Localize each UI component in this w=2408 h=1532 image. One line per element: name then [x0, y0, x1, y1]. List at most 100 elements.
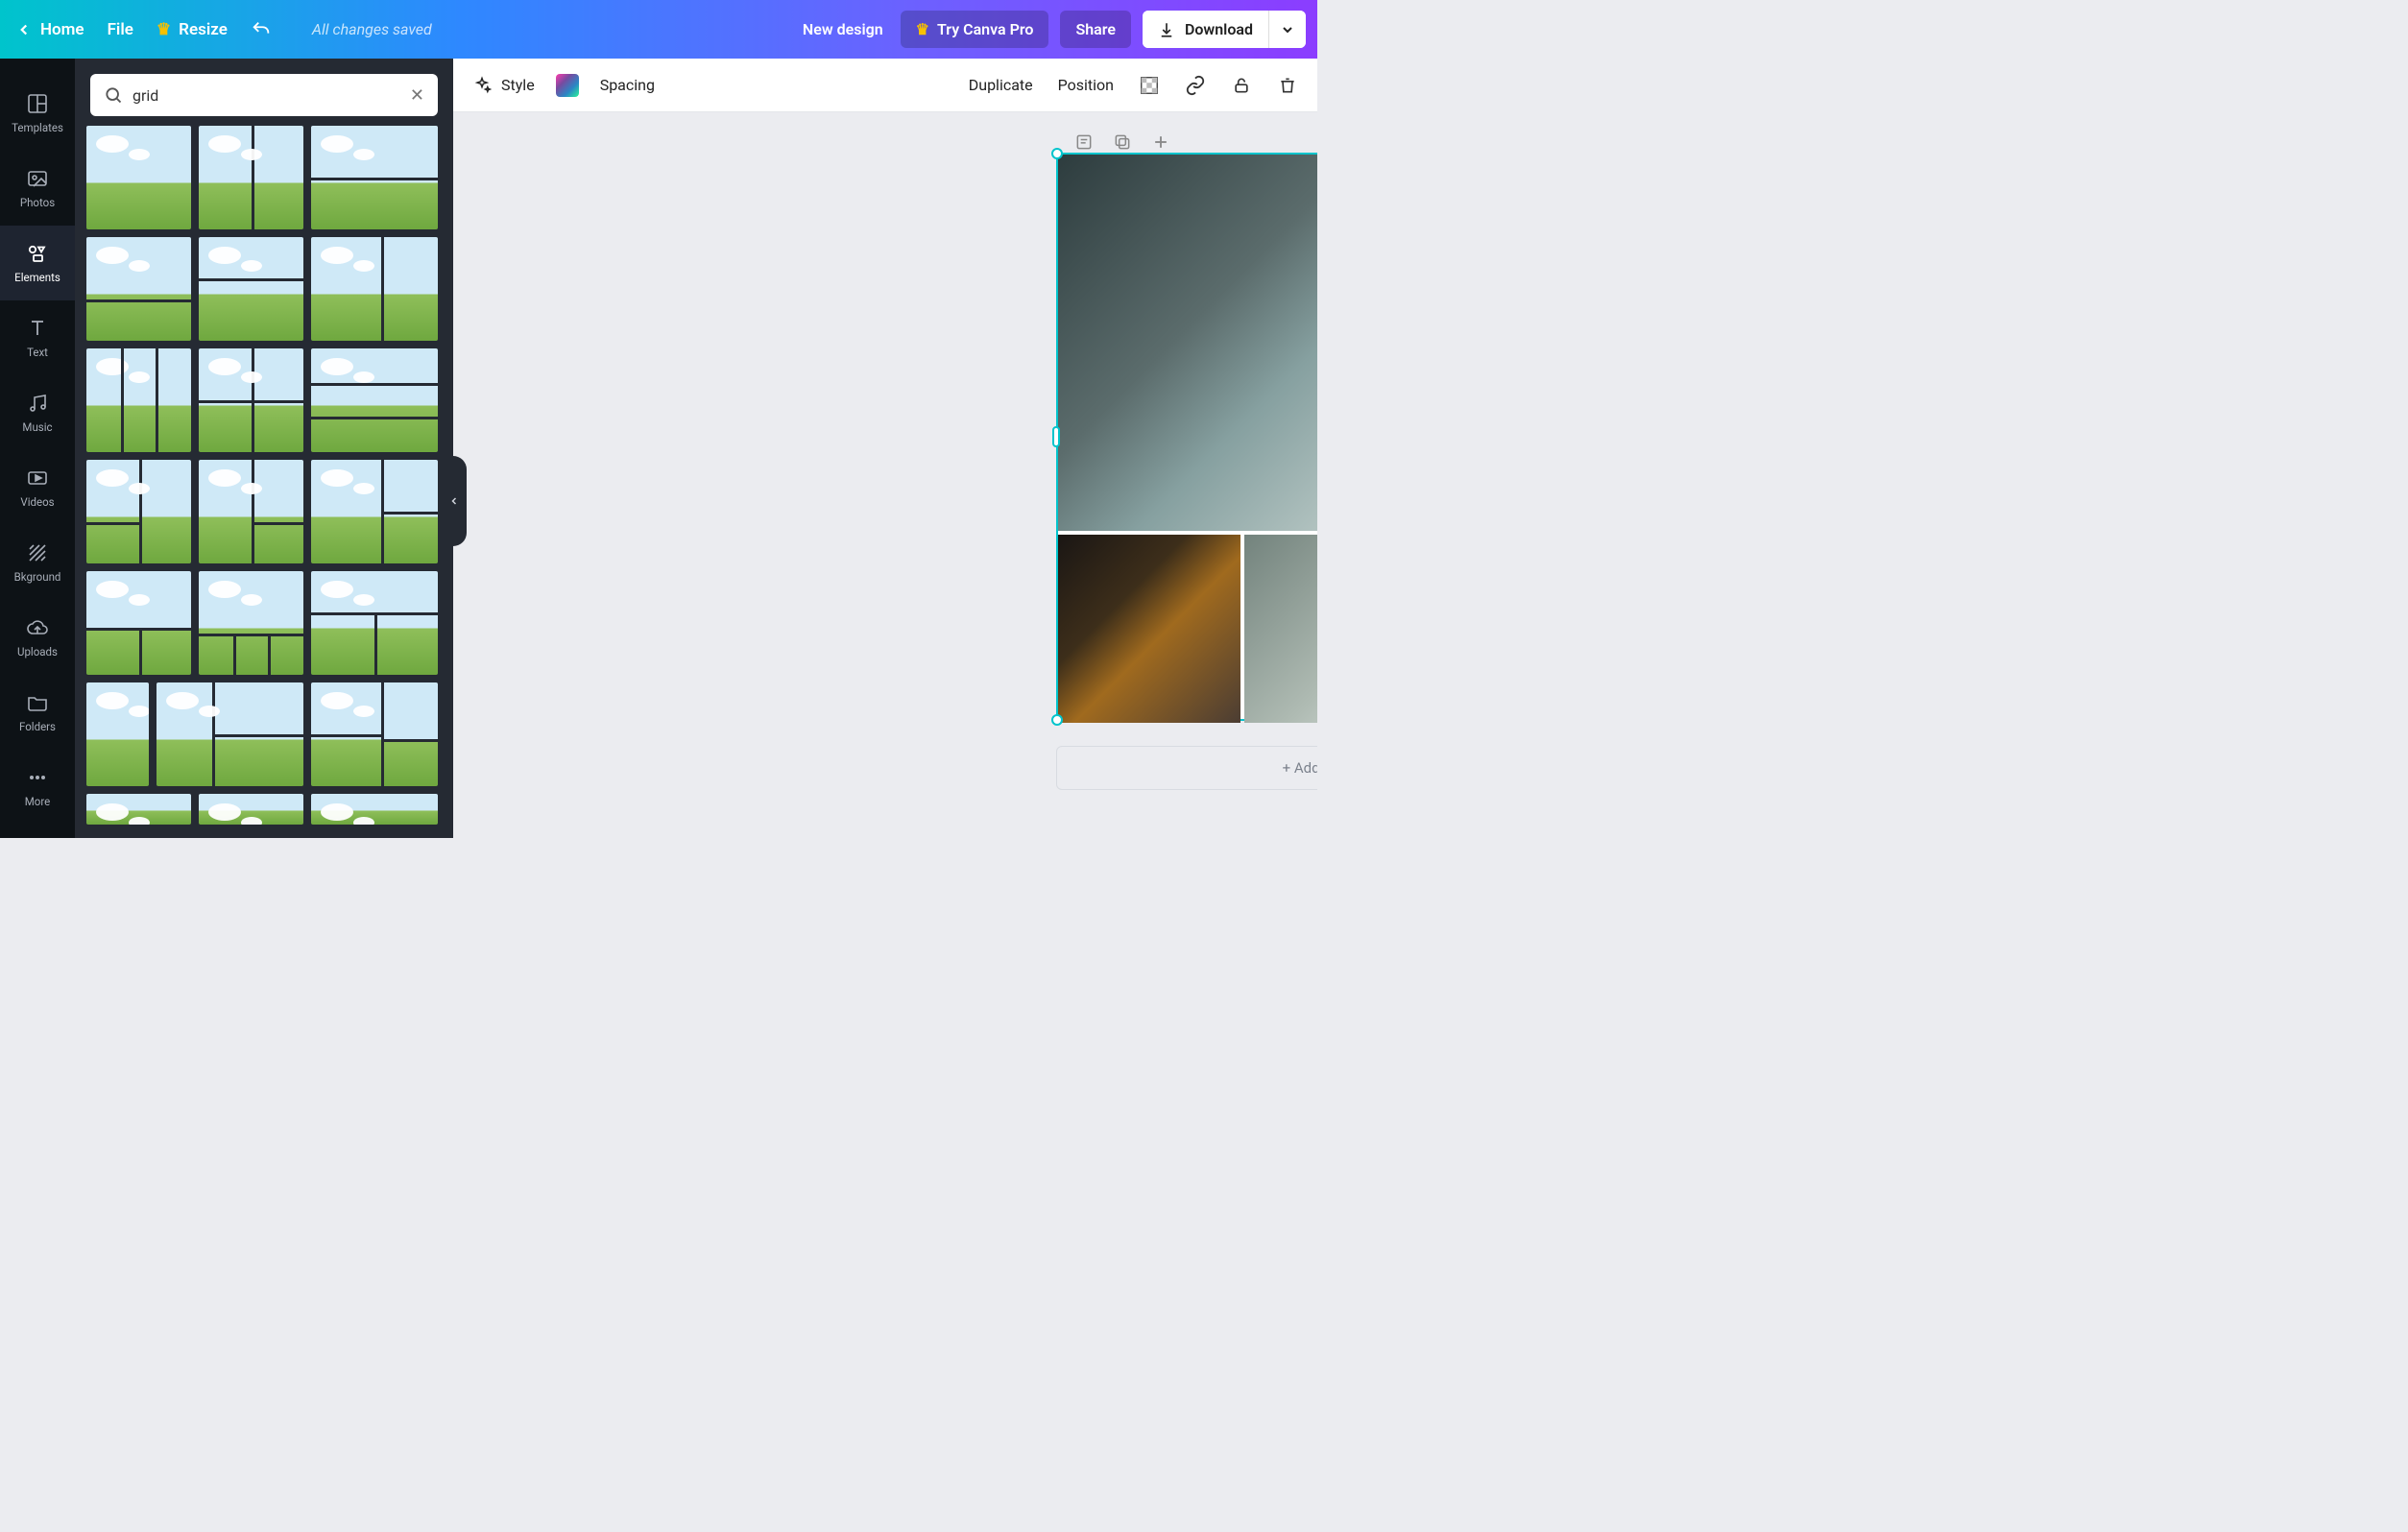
- transparency-icon[interactable]: [1139, 75, 1160, 96]
- photo-icon: [26, 167, 49, 190]
- rail-label: Videos: [20, 495, 54, 509]
- context-right: Duplicate Position: [969, 75, 1298, 96]
- rail-uploads[interactable]: Uploads: [0, 600, 75, 675]
- grid-thumb[interactable]: [311, 348, 438, 452]
- add-page-label: + Add a new page: [1283, 759, 1317, 777]
- grid-cell[interactable]: [1244, 535, 1317, 723]
- add-page-button[interactable]: + Add a new page: [1056, 746, 1317, 790]
- top-left-group: Home File ♛ Resize All changes saved: [15, 19, 432, 40]
- lock-icon[interactable]: [1231, 75, 1252, 96]
- notes-icon[interactable]: [1072, 130, 1096, 155]
- grid-thumb[interactable]: [199, 460, 303, 563]
- rail-text[interactable]: Text: [0, 300, 75, 375]
- grid-thumb[interactable]: [86, 794, 191, 825]
- clear-search-button[interactable]: ✕: [406, 82, 428, 109]
- context-toolbar: Style Spacing Duplicate Position: [453, 59, 1317, 112]
- style-button[interactable]: Style: [472, 76, 535, 95]
- share-label: Share: [1075, 20, 1116, 38]
- grid-thumb[interactable]: [199, 237, 303, 341]
- grid-thumb[interactable]: [157, 682, 303, 786]
- share-button[interactable]: Share: [1060, 11, 1131, 48]
- rail-elements[interactable]: Elements: [0, 226, 75, 300]
- search-field: ✕: [90, 74, 438, 116]
- grid-thumb[interactable]: [86, 126, 191, 229]
- templates-icon: [26, 92, 49, 115]
- resize-handle[interactable]: [1051, 148, 1063, 159]
- copy-page-icon[interactable]: [1110, 130, 1135, 155]
- home-label: Home: [40, 20, 84, 39]
- grid-thumb[interactable]: [311, 126, 438, 229]
- sparkle-icon: [472, 76, 492, 95]
- top-menu-bar: Home File ♛ Resize All changes saved New…: [0, 0, 1317, 59]
- color-swatch[interactable]: [556, 74, 579, 97]
- resize-handle[interactable]: [1052, 426, 1060, 447]
- rail-photos[interactable]: Photos: [0, 151, 75, 226]
- search-wrap: ✕: [75, 59, 453, 126]
- link-icon[interactable]: [1185, 75, 1206, 96]
- crown-icon: ♛: [157, 20, 171, 39]
- file-menu[interactable]: File: [108, 20, 133, 39]
- grid-thumb[interactable]: [86, 348, 191, 452]
- grid-thumb[interactable]: [199, 571, 303, 675]
- new-design-label: New design: [803, 20, 883, 38]
- rail-more[interactable]: More: [0, 750, 75, 825]
- rail-templates[interactable]: Templates: [0, 76, 75, 151]
- grid-thumb[interactable]: [86, 682, 149, 786]
- rail-background[interactable]: Bkground: [0, 525, 75, 600]
- download-caret[interactable]: [1269, 11, 1306, 48]
- main-area: Templates Photos Elements Text Music Vid…: [0, 59, 1317, 838]
- chevron-left-icon: [15, 21, 33, 38]
- canvas-column: Style Spacing Duplicate Position: [453, 59, 1317, 838]
- rail-label: Music: [22, 420, 52, 434]
- top-right-group: New design ♛ Try Canva Pro Share Downloa…: [797, 11, 1306, 48]
- grid-thumb[interactable]: [311, 571, 438, 675]
- undo-button[interactable]: [251, 19, 272, 40]
- rail-label: Elements: [14, 271, 60, 284]
- page-tools: [1072, 130, 1173, 155]
- position-button[interactable]: Position: [1058, 76, 1114, 94]
- grid-cell[interactable]: [1058, 535, 1240, 723]
- selected-grid-element[interactable]: [1056, 153, 1317, 721]
- canvas-stage[interactable]: + Add a new page: [453, 112, 1317, 838]
- grid-thumb[interactable]: [199, 348, 303, 452]
- grid-thumb[interactable]: [311, 237, 438, 341]
- grid-bottom-row: [1058, 535, 1317, 723]
- grid-thumb[interactable]: [199, 126, 303, 229]
- video-icon: [26, 467, 49, 490]
- grid-thumb[interactable]: [311, 682, 438, 786]
- try-pro-label: Try Canva Pro: [937, 20, 1033, 38]
- resize-handle[interactable]: [1051, 714, 1063, 726]
- grid-thumb[interactable]: [86, 571, 191, 675]
- rail-folders[interactable]: Folders: [0, 675, 75, 750]
- grid-results: [75, 126, 453, 838]
- rail-label: More: [25, 795, 51, 808]
- rail-music[interactable]: Music: [0, 375, 75, 450]
- download-button[interactable]: Download: [1143, 11, 1269, 48]
- download-icon: [1158, 21, 1175, 38]
- grid-thumb[interactable]: [311, 460, 438, 563]
- home-button[interactable]: Home: [15, 20, 84, 39]
- left-nav-rail: Templates Photos Elements Text Music Vid…: [0, 59, 75, 838]
- grid-thumb[interactable]: [311, 794, 438, 825]
- grid-thumb[interactable]: [86, 460, 191, 563]
- new-design-button[interactable]: New design: [797, 11, 889, 48]
- trash-icon[interactable]: [1277, 75, 1298, 96]
- duplicate-button[interactable]: Duplicate: [969, 76, 1033, 94]
- grid-cell[interactable]: [1058, 155, 1317, 531]
- cloud-upload-icon: [26, 616, 49, 639]
- text-icon: [26, 317, 49, 340]
- background-icon: [26, 541, 49, 564]
- grid-thumb[interactable]: [199, 794, 303, 825]
- crown-icon: ♛: [916, 20, 929, 38]
- spacing-button[interactable]: Spacing: [600, 76, 655, 94]
- more-icon: [26, 766, 49, 789]
- resize-button[interactable]: ♛ Resize: [157, 20, 228, 39]
- grid-thumb[interactable]: [86, 237, 191, 341]
- add-page-icon[interactable]: [1148, 130, 1173, 155]
- try-pro-button[interactable]: ♛ Try Canva Pro: [901, 11, 1049, 48]
- shapes-icon: [26, 242, 49, 265]
- rail-label: Text: [27, 346, 48, 359]
- rail-videos[interactable]: Videos: [0, 450, 75, 525]
- search-input[interactable]: [132, 86, 397, 105]
- rail-label: Bkground: [14, 570, 61, 584]
